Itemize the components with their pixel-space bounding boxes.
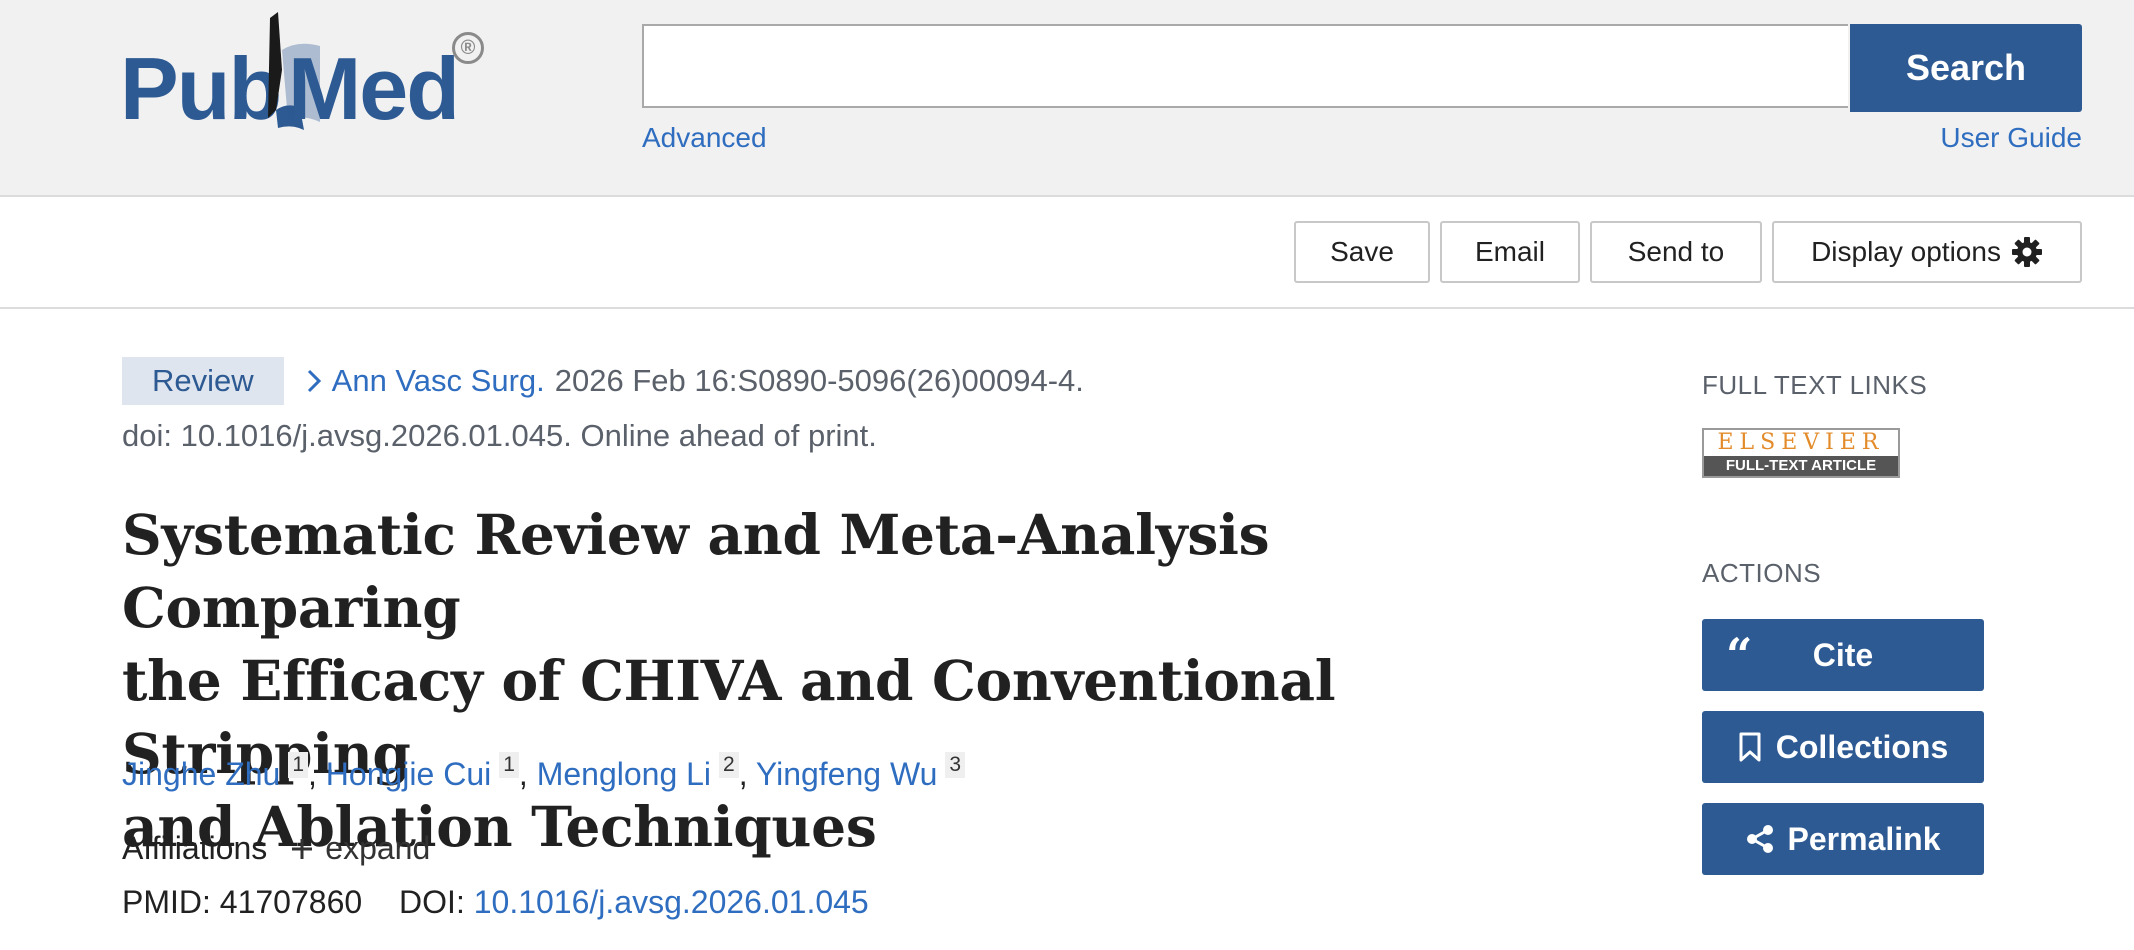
- send-to-button[interactable]: Send to: [1590, 221, 1762, 283]
- affiliation-ref[interactable]: 1: [288, 752, 309, 778]
- pubmed-logo[interactable]: Pub Med ®: [120, 10, 490, 140]
- citation-details: 2026 Feb 16:S0890-5096(26)00094-4.: [554, 363, 1084, 398]
- affiliation-ref[interactable]: 2: [719, 752, 739, 778]
- author-link[interactable]: Yingfeng Wu: [756, 756, 937, 792]
- pmid-value: 41707860: [219, 884, 363, 920]
- user-guide-link[interactable]: User Guide: [1940, 122, 2082, 154]
- author-link[interactable]: Hongjie Cui: [326, 756, 491, 792]
- search-button[interactable]: Search: [1850, 24, 2082, 112]
- chevron-right-icon: [306, 368, 322, 394]
- citation-line: Review Ann Vasc Surg. 2026 Feb 16:S0890-…: [122, 356, 1084, 406]
- author-list: Jinghe Zhu 1, Hongjie Cui 1, Menglong Li 2,…: [122, 752, 966, 793]
- affiliations-row: Affiliations expand: [122, 830, 430, 867]
- article-title: Systematic Review and Meta-Analysis Comp…: [122, 498, 1522, 863]
- doi-link[interactable]: 10.1016/j.avsg.2026.01.045: [474, 884, 869, 920]
- affiliation-ref[interactable]: 1: [499, 752, 519, 778]
- affiliation-ref[interactable]: 3: [945, 752, 966, 778]
- expand-affiliations-button[interactable]: expand: [289, 830, 430, 867]
- save-button[interactable]: Save: [1294, 221, 1430, 283]
- author-separator: ,: [738, 756, 748, 792]
- article-toolbar: Save Email Send to Display options: [0, 197, 2134, 309]
- cite-button[interactable]: “ Cite: [1702, 619, 1984, 691]
- author-link[interactable]: Jinghe Zhu: [122, 756, 280, 792]
- bookmark-icon: [1739, 732, 1761, 762]
- author-separator: ,: [308, 756, 317, 792]
- share-icon: [1746, 825, 1773, 853]
- plus-icon: [292, 838, 313, 859]
- affiliations-label: Affiliations: [122, 830, 268, 866]
- permalink-label: Permalink: [1787, 820, 1941, 857]
- pmid-label: PMID:: [122, 884, 211, 920]
- title-line: Systematic Review and Meta-Analysis Comp…: [122, 502, 1270, 640]
- site-header: Pub Med ® Search Advanced User Guide: [0, 0, 2134, 197]
- full-text-links-heading: FULL TEXT LINKS: [1702, 370, 1928, 400]
- author-link[interactable]: Menglong Li: [537, 756, 711, 792]
- email-button[interactable]: Email: [1440, 221, 1580, 283]
- elsevier-caption: FULL-TEXT ARTICLE: [1704, 456, 1898, 476]
- search-input[interactable]: [642, 24, 1848, 108]
- elsevier-full-text-link[interactable]: ELSEVIER FULL-TEXT ARTICLE: [1702, 428, 1900, 478]
- identifiers-row: PMID: 41707860 DOI: 10.1016/j.avsg.2026.…: [122, 884, 869, 921]
- gear-icon: [2011, 237, 2042, 267]
- article-type-badge: Review: [122, 357, 284, 405]
- collections-label: Collections: [1775, 728, 1949, 765]
- expand-label: expand: [325, 830, 431, 866]
- doi-label: DOI:: [399, 884, 465, 920]
- elsevier-brand: ELSEVIER: [1717, 430, 1885, 455]
- advanced-search-link[interactable]: Advanced: [642, 122, 767, 154]
- display-options-button[interactable]: Display options: [1772, 221, 2082, 283]
- registered-mark: ®: [452, 32, 484, 64]
- collections-button[interactable]: Collections: [1702, 711, 1984, 783]
- actions-heading: ACTIONS: [1702, 558, 1822, 588]
- author-separator: ,: [518, 756, 528, 792]
- journal-link[interactable]: Ann Vasc Surg.: [332, 363, 545, 399]
- logo-med-text: Med: [288, 39, 460, 138]
- doi-line: doi: 10.1016/j.avsg.2026.01.045. Online …: [122, 418, 877, 453]
- display-options-label: Display options: [1811, 236, 2001, 267]
- permalink-button[interactable]: Permalink: [1702, 803, 1984, 875]
- quote-icon: “: [1726, 628, 1753, 682]
